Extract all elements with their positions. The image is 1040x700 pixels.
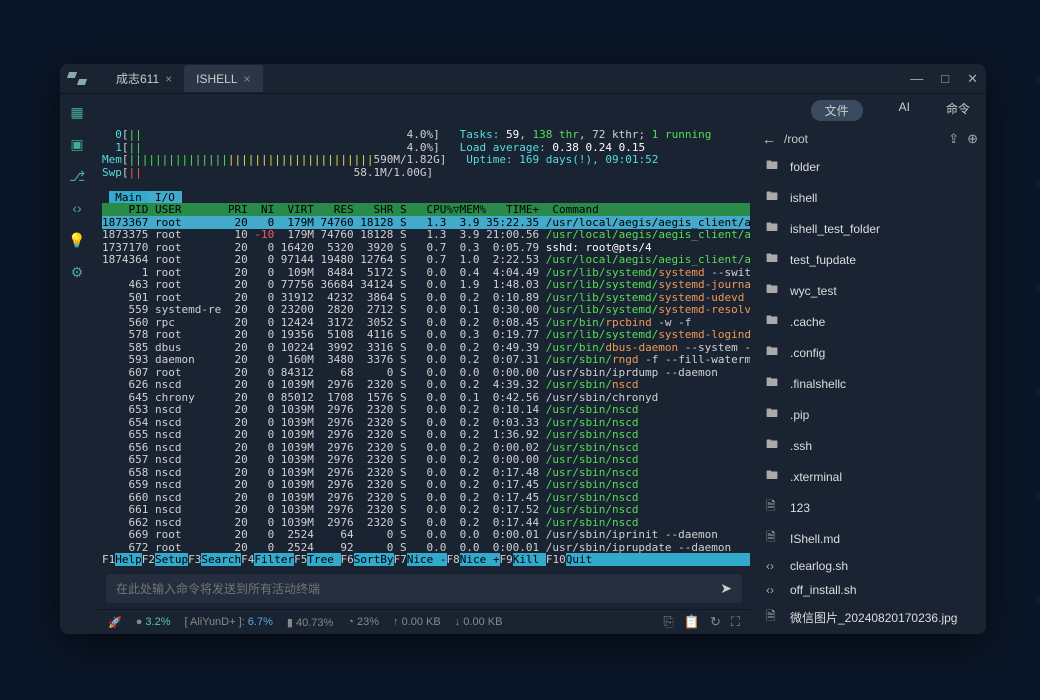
tab-label: ISHELL	[196, 72, 237, 86]
folder-icon: 🖿	[766, 373, 780, 394]
file-row[interactable]: 🖿 .finalshellc	[754, 368, 986, 399]
file-row[interactable]: 🖿 .pip	[754, 399, 986, 430]
file-name: ishell_test_folder	[790, 222, 880, 236]
app-logo-icon	[68, 72, 92, 86]
gear-icon[interactable]: ⚙	[69, 264, 85, 280]
status-cpu: ● 3.2%	[136, 616, 171, 628]
folder-icon: 🖿	[766, 218, 780, 239]
status-down: ↓ 0.00 KB	[455, 616, 503, 628]
branch-icon[interactable]: ⎇	[69, 168, 85, 184]
file-row[interactable]: 🖿 ishell_test_folder	[754, 213, 986, 244]
tab-label: 成志611	[116, 70, 159, 87]
layout-icon[interactable]: ▦	[69, 104, 85, 120]
file-name: .finalshellc	[790, 377, 846, 391]
status-mem: ▮ 40.73%	[287, 616, 333, 629]
file-name: wyc_test	[790, 284, 837, 298]
file-name: folder	[790, 160, 820, 174]
status-disk: ◔ 23%	[347, 616, 379, 628]
current-path: /root	[784, 132, 940, 146]
status-up: ↑ 0.00 KB	[393, 616, 441, 628]
folder-icon: 🖿	[766, 280, 780, 301]
nav-ai[interactable]: AI	[899, 100, 910, 121]
app-window: 成志611 × ISHELL × — □ ✕ ▦ ▣ ⎇ ‹› 💡 ⚙ 文件 AI 命令 0[|…	[60, 64, 986, 634]
file-name: clearlog.sh	[790, 559, 848, 573]
file-name: test_fupdate	[790, 253, 856, 267]
terminal-icon[interactable]: ▣	[69, 136, 85, 152]
status-bar: 🚀 ● 3.2% [ AliYunD+ ]: 6.7% ▮ 40.73% ◔ 2…	[98, 609, 750, 634]
refresh-icon[interactable]: ↻	[710, 614, 721, 630]
file-row[interactable]: 🖿 .config	[754, 337, 986, 368]
file-name: ishell	[790, 191, 817, 205]
code-icon: ‹›	[766, 559, 780, 573]
file-row[interactable]: ‹› off_install.sh	[754, 578, 986, 602]
top-nav: 文件 AI 命令	[94, 94, 986, 127]
tab-close-icon[interactable]: ×	[244, 72, 251, 86]
nav-file[interactable]: 文件	[811, 100, 863, 121]
upload-icon[interactable]: ⇪	[948, 131, 959, 147]
file-icon: 🗎	[766, 607, 780, 628]
file-row[interactable]: 🖿 test_fupdate	[754, 244, 986, 275]
file-name: .pip	[790, 408, 809, 422]
minimize-icon[interactable]: —	[910, 71, 923, 87]
bulb-icon[interactable]: 💡	[69, 232, 85, 248]
file-row[interactable]: 🗎 微信图片_20240820170236.jpg	[754, 602, 986, 633]
file-name: .config	[790, 346, 825, 360]
send-icon[interactable]: ➤	[720, 580, 732, 597]
paste-icon[interactable]: 📋	[684, 614, 700, 630]
file-name: .cache	[790, 315, 825, 329]
file-name: 123	[790, 501, 810, 515]
file-row[interactable]: 🖿 .xterminal	[754, 461, 986, 492]
tab-strip: 成志611 × ISHELL ×	[104, 65, 263, 92]
file-name: .xterminal	[790, 470, 842, 484]
folder-icon: 🖿	[766, 435, 780, 456]
file-row[interactable]: 🖿 ishell	[754, 182, 986, 213]
file-row[interactable]: 🗎 123	[754, 492, 986, 523]
folder-icon: 🖿	[766, 249, 780, 270]
copy-icon[interactable]: ⎘	[663, 614, 673, 630]
file-row[interactable]: ‹› clearlog.sh	[754, 554, 986, 578]
left-sidebar: ▦ ▣ ⎇ ‹› 💡 ⚙	[60, 94, 94, 634]
terminal-output[interactable]: 0[|| 4.0%] Tasks: 59, 138 thr, 72 kthr; …	[98, 127, 750, 568]
code-icon: ‹›	[766, 583, 780, 597]
file-name: IShell.md	[790, 532, 840, 546]
code-icon[interactable]: ‹›	[69, 200, 85, 216]
tab-成志611[interactable]: 成志611 ×	[104, 65, 184, 92]
tab-ISHELL[interactable]: ISHELL ×	[184, 65, 262, 92]
file-row[interactable]: 🖿 .cache	[754, 306, 986, 337]
folder-icon: 🖿	[766, 187, 780, 208]
file-row[interactable]: 🖿 .ssh	[754, 430, 986, 461]
file-row[interactable]: 🗎.bash_history	[754, 633, 986, 634]
folder-icon: 🖿	[766, 311, 780, 332]
command-input[interactable]	[116, 582, 720, 596]
file-name: .ssh	[790, 439, 812, 453]
window-controls: — □ ✕	[910, 71, 978, 87]
folder-icon: 🖿	[766, 404, 780, 425]
file-icon: 🗎	[766, 528, 780, 549]
file-list: 🖿 folder 🖿 ishell 🖿 ishell_test_folder 🖿 test_f…	[754, 151, 986, 634]
file-row[interactable]: 🖿 wyc_test	[754, 275, 986, 306]
tab-close-icon[interactable]: ×	[165, 72, 172, 86]
close-icon[interactable]: ✕	[967, 71, 978, 87]
file-icon: 🗎	[766, 497, 780, 518]
file-name: off_install.sh	[790, 583, 857, 597]
status-host: [ AliYunD+ ]: 6.7%	[184, 616, 272, 628]
file-row[interactable]: 🖿 folder	[754, 151, 986, 182]
folder-icon: 🖿	[766, 466, 780, 487]
rocket-icon: 🚀	[108, 616, 122, 629]
add-icon[interactable]: ⊕	[967, 131, 978, 147]
expand-icon[interactable]: ⛶	[731, 614, 740, 630]
command-input-bar: ➤	[106, 574, 742, 603]
file-name: 微信图片_20240820170236.jpg	[790, 609, 957, 626]
folder-icon: 🖿	[766, 156, 780, 177]
back-icon[interactable]: ←	[762, 131, 776, 147]
titlebar: 成志611 × ISHELL × — □ ✕	[60, 64, 986, 94]
folder-icon: 🖿	[766, 342, 780, 363]
file-panel: ← /root ⇪ ⊕ 🖿 folder 🖿 ishell 🖿 ishell_test_f…	[754, 127, 986, 634]
maximize-icon[interactable]: □	[941, 71, 949, 87]
nav-cmd[interactable]: 命令	[946, 100, 970, 121]
file-row[interactable]: 🗎 IShell.md	[754, 523, 986, 554]
